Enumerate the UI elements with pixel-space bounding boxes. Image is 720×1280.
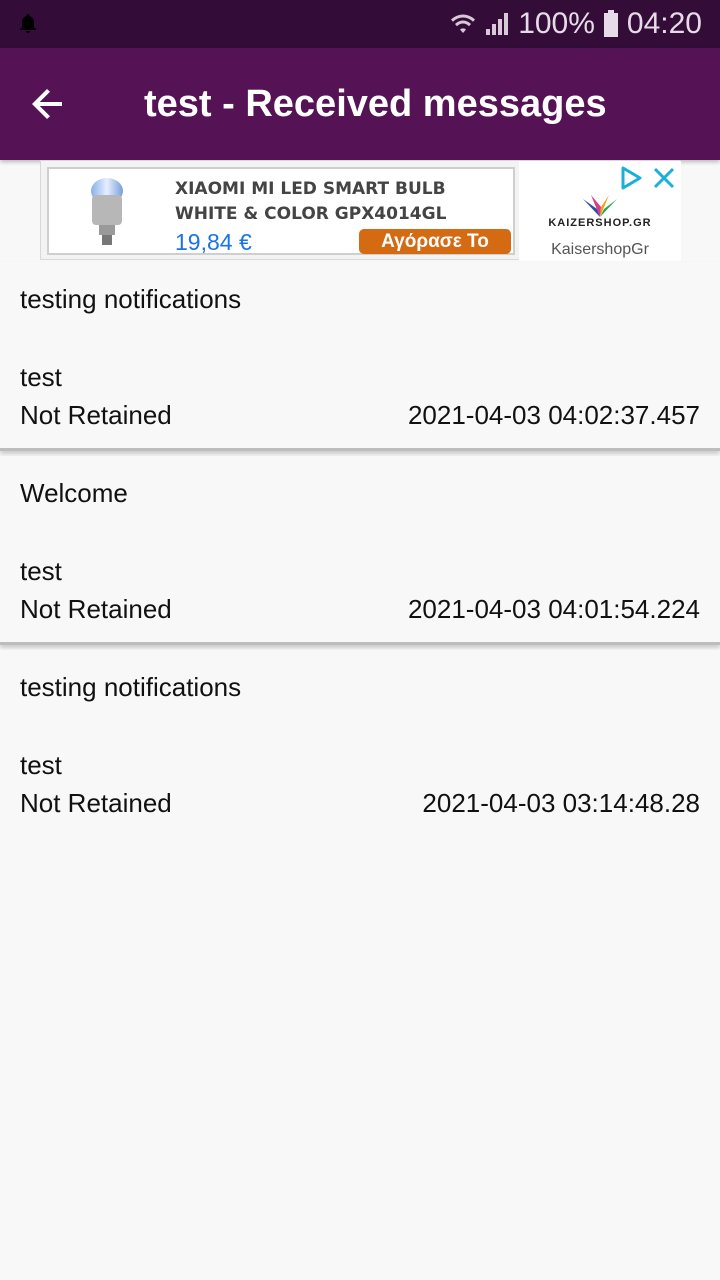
message-title: Welcome [20,478,128,508]
message-retained-status: Not Retained [20,400,172,430]
ad-price: 19,84 € [175,229,252,255]
ad-logo-text: KAIZERSHOP.GR [548,217,652,229]
close-icon[interactable] [651,165,677,191]
battery-icon [603,10,618,37]
wifi-icon [451,14,476,33]
list-item[interactable]: testing notifications test Not Retained … [0,262,720,451]
notification-bell-icon [20,14,36,33]
ad-product-name: XIAOMI MI LED SMART BULB WHITE & COLOR G… [175,179,447,224]
app-bar: test - Received messages [0,48,720,160]
message-timestamp: 2021-04-03 04:01:54.224 [407,594,700,624]
adchoices-icon[interactable] [617,165,645,191]
arrow-left-icon[interactable] [28,84,68,124]
status-bar: 100% 04:20 [0,0,720,48]
message-body: test [20,750,62,780]
list-item[interactable]: testing notifications test Not Retained … [0,650,720,836]
light-bulb-icon [91,178,123,245]
message-body: test [20,362,62,392]
ad-banner[interactable]: XIAOMI MI LED SMART BULB WHITE & COLOR G… [40,160,681,261]
list-item[interactable]: Welcome test Not Retained 2021-04-03 04:… [0,456,720,645]
message-timestamp: 2021-04-03 04:02:37.457 [407,400,700,430]
ad-buy-button[interactable]: Αγόρασε Το [359,229,511,254]
message-retained-status: Not Retained [20,594,172,624]
ad-product-card[interactable]: XIAOMI MI LED SMART BULB WHITE & COLOR G… [47,167,515,255]
message-timestamp: 2021-04-03 03:14:48.28 [422,788,700,818]
clock-time: 04:20 [626,7,702,40]
message-title: testing notifications [20,284,242,314]
message-body: test [20,556,62,586]
kaizershop-logo-icon [583,195,617,217]
page-title: test - Received messages [144,83,607,125]
message-title: testing notifications [20,672,242,702]
signal-icon [486,13,509,35]
message-list: testing notifications test Not Retained … [0,262,720,841]
ad-advertiser-name: KaisershopGr [551,241,649,258]
battery-percent: 100% [518,7,595,40]
message-retained-status: Not Retained [20,788,172,818]
